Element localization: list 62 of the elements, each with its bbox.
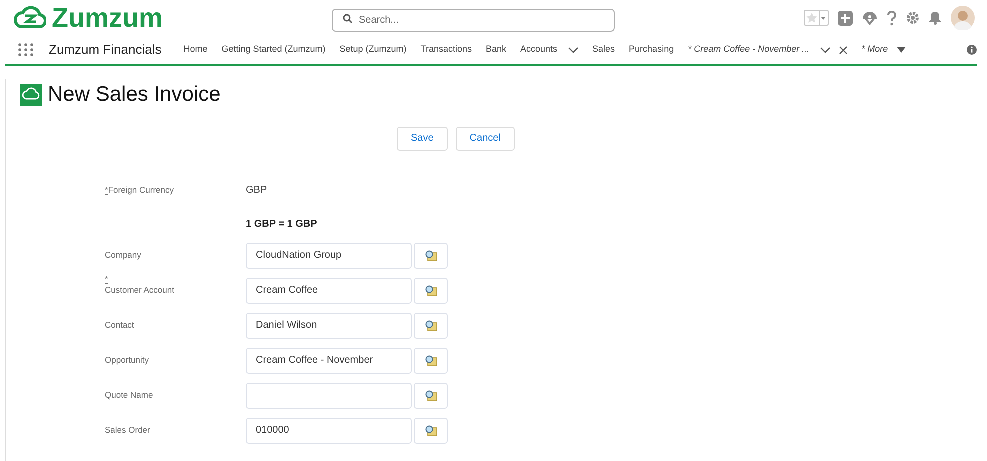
star-icon <box>805 12 819 24</box>
field-label: Contact <box>105 318 136 332</box>
nav-tab[interactable]: Transactions <box>420 43 472 57</box>
lookup-field[interactable]: Cream Coffee <box>246 278 412 304</box>
nav-tab[interactable]: Accounts <box>520 43 558 57</box>
bell-icon <box>929 11 942 25</box>
required-mark: * <box>105 274 110 284</box>
lookup-field[interactable] <box>246 382 412 408</box>
nav-tab[interactable]: Setup (Zumzum) <box>340 43 407 57</box>
close-icon <box>838 46 848 54</box>
magnifier-icon <box>425 425 437 436</box>
page-title: New Sales Invoice <box>48 82 221 108</box>
lookup-button[interactable] <box>414 418 448 444</box>
nav-tab[interactable]: Bank <box>486 43 506 57</box>
form-button[interactable]: Cancel <box>456 126 515 150</box>
lookup-button[interactable] <box>414 242 448 268</box>
lookup-field[interactable]: CloudNation Group <box>246 242 412 268</box>
app-name: Zumzum Financials <box>49 41 162 60</box>
chevron-icon <box>820 46 831 54</box>
lookup-button[interactable] <box>414 348 448 374</box>
field-label: Company <box>105 248 142 262</box>
help-icon <box>887 10 897 26</box>
dropdown-icon <box>897 47 906 53</box>
search-icon <box>343 14 353 24</box>
exchange-rate: 1 GBP = 1 GBP <box>246 218 318 232</box>
nav-tab[interactable]: Sales <box>592 43 616 57</box>
lookup-button[interactable] <box>414 382 448 408</box>
cloud-logo-icon <box>14 6 46 30</box>
search-field[interactable]: Search... <box>332 8 615 32</box>
field-label: Opportunity <box>105 354 150 366</box>
lookup-field[interactable]: 010000 <box>246 418 412 444</box>
nav-tab[interactable]: * Cream Coffee - November ... <box>688 43 810 57</box>
nav-tab[interactable]: Home <box>184 43 208 57</box>
info-icon <box>967 45 977 55</box>
field-label: Sales Order <box>105 424 152 436</box>
avatar-icon <box>951 6 975 30</box>
lookup-button[interactable] <box>414 278 448 304</box>
magnifier-icon <box>425 250 437 261</box>
form-button[interactable]: Save <box>397 126 448 150</box>
app-launcher-icon <box>18 43 34 57</box>
more-tab[interactable]: * More <box>862 43 888 57</box>
field-label: *Foreign Currency <box>105 184 175 197</box>
field-value: GBP <box>246 184 268 198</box>
magnifier-icon <box>425 320 437 331</box>
caret-icon <box>819 11 828 25</box>
nav-tab[interactable]: Getting Started (Zumzum) <box>222 43 326 57</box>
parachute-icon <box>862 11 878 25</box>
favorite-button[interactable] <box>804 10 829 26</box>
record-type-icon <box>20 84 42 106</box>
lookup-button[interactable] <box>414 312 448 338</box>
lookup-field[interactable]: Cream Coffee - November <box>246 348 412 374</box>
magnifier-icon <box>425 285 437 296</box>
brand-name: Zumzum <box>52 4 163 32</box>
magnifier-icon <box>425 390 437 401</box>
chevron-icon <box>568 46 579 54</box>
magnifier-icon <box>425 355 437 366</box>
field-label: Quote Name <box>105 388 154 402</box>
add-icon <box>838 10 853 26</box>
settings-icon <box>906 11 920 25</box>
field-label: Customer Account <box>105 284 176 296</box>
nav-tab[interactable]: Purchasing <box>629 43 674 57</box>
lookup-field[interactable]: Daniel Wilson <box>246 312 412 338</box>
